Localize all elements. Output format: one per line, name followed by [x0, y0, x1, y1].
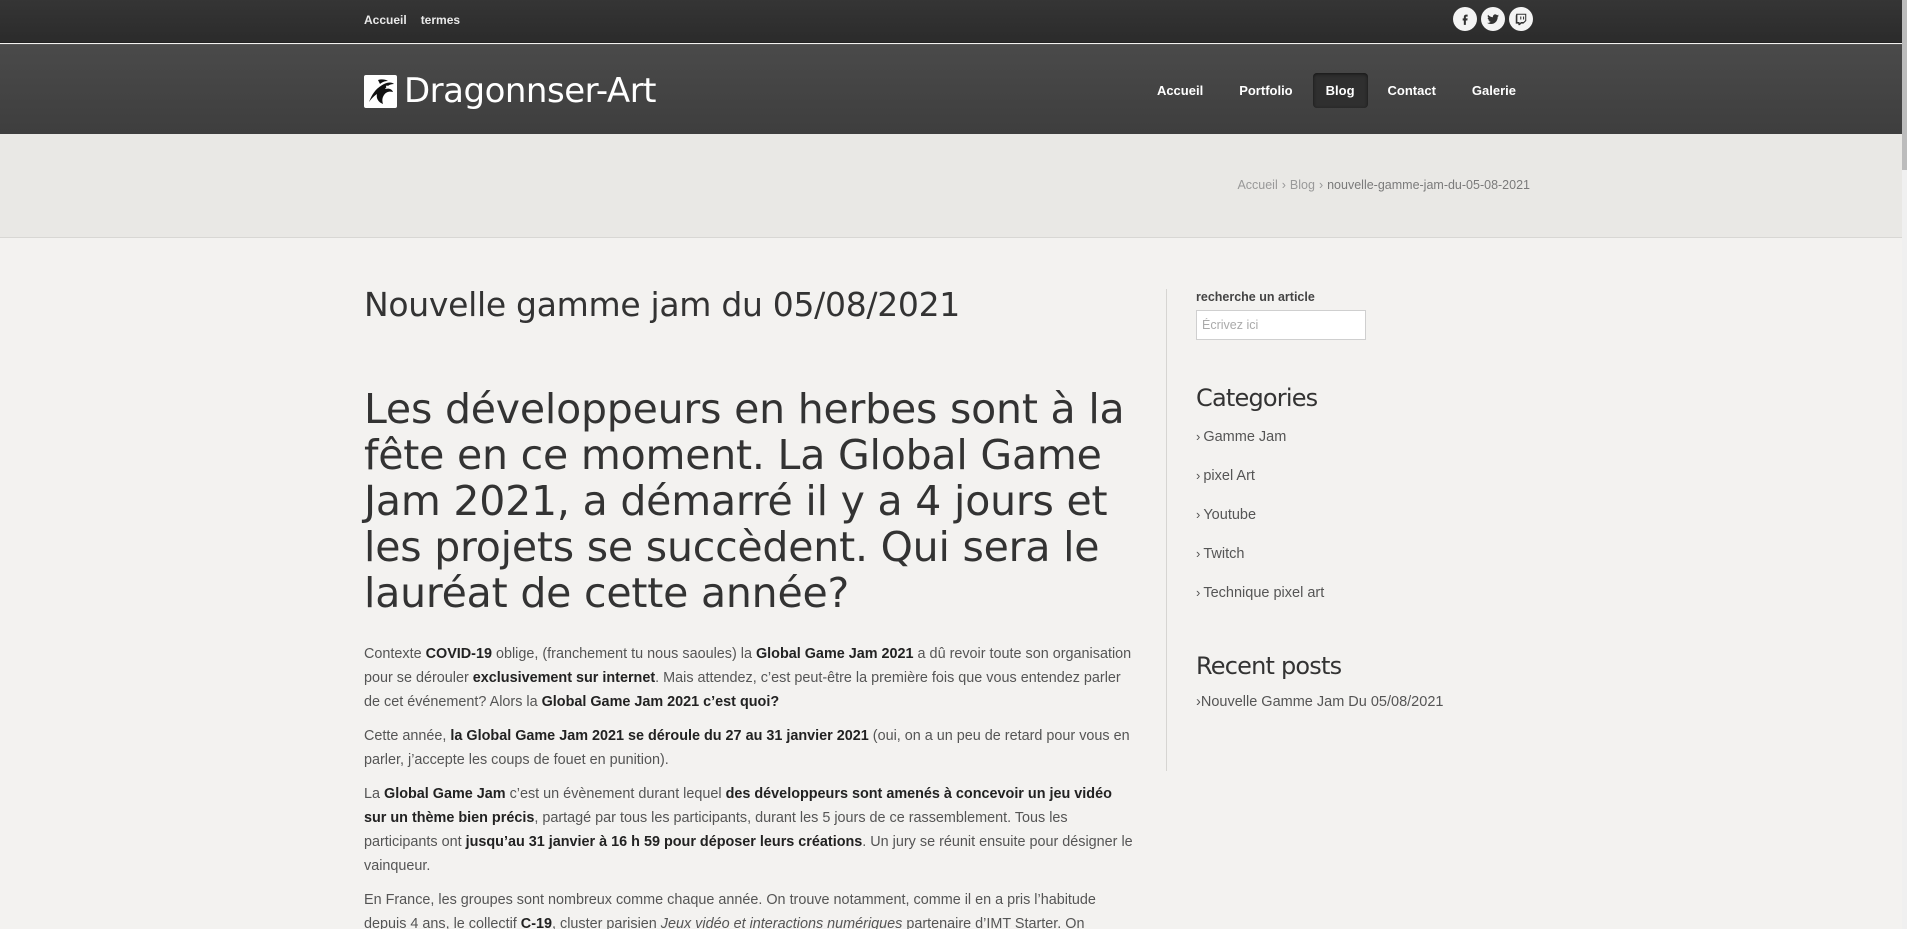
article-lead-heading: Les développeurs en herbes sont à la fêt…	[364, 385, 1125, 617]
article-paragraph: Cette année, la Global Game Jam 2021 se …	[364, 724, 1134, 772]
nav-portfolio[interactable]: Portfolio	[1223, 73, 1308, 108]
breadcrumb-current: nouvelle-gamme-jam-du-05-08-2021	[1327, 178, 1530, 192]
article-paragraph: La Global Game Jam c’est un évènement du…	[364, 782, 1134, 878]
breadcrumb-blog[interactable]: Blog	[1290, 178, 1315, 192]
page-header-band: Accueil › Blog › nouvelle-gamme-jam-du-0…	[0, 134, 1902, 238]
top-link-accueil[interactable]: Accueil	[364, 13, 407, 27]
site-name: Dragonnser-Art	[404, 71, 657, 111]
bold-text: exclusivement sur internet	[472, 670, 656, 686]
category-label: Gamme Jam	[1203, 429, 1287, 445]
scrollbar-thumb[interactable]	[1902, 0, 1907, 170]
category-label: Technique pixel art	[1203, 585, 1325, 601]
top-link-termes[interactable]: termes	[421, 13, 460, 27]
bold-text: la Global Game Jam 2021 se déroule du 27…	[450, 728, 869, 744]
article: Nouvelle gamme jam du 05/08/2021 Les dév…	[364, 285, 1134, 929]
social-links	[1453, 7, 1533, 31]
breadcrumb: Accueil › Blog › nouvelle-gamme-jam-du-0…	[1237, 178, 1530, 192]
site-logo[interactable]: Dragonnser-Art	[364, 71, 657, 111]
text-run: Cette année,	[364, 728, 451, 744]
breadcrumb-chevron-icon: ›	[1318, 178, 1324, 192]
breadcrumb-chevron-icon: ›	[1281, 178, 1286, 192]
bold-text: jusqu’au 31 janvier à 16 h 59 pour dépos…	[465, 834, 863, 850]
article-paragraph: Contexte COVID-19 oblige, (franchement t…	[364, 642, 1134, 714]
bold-text: Global Game Jam	[384, 786, 506, 802]
text-run: Contexte	[364, 646, 426, 662]
site-header: Dragonnser-Art Accueil Portfolio Blog Co…	[0, 44, 1902, 134]
category-label: Youtube	[1203, 507, 1257, 523]
main-nav: Accueil Portfolio Blog Contact Galerie	[1141, 73, 1532, 108]
category-label: Twitch	[1203, 546, 1245, 562]
bold-text: C-19	[520, 916, 552, 929]
top-utility-bar: Accueil termes	[0, 0, 1902, 43]
category-item[interactable]: › Youtube	[1196, 504, 1476, 543]
category-item[interactable]: › Twitch	[1196, 543, 1476, 582]
italic-text: Jeux vidéo et interactions numériques	[660, 916, 903, 929]
bold-text: Global Game Jam 2021	[755, 646, 914, 662]
recent-posts-heading: Recent posts	[1196, 652, 1342, 680]
text-run: c’est un évènement durant lequel	[505, 786, 726, 802]
categories-heading: Categories	[1196, 384, 1318, 412]
text-run: oblige, (franchement tu nous saoules) la	[491, 646, 756, 662]
twitter-icon[interactable]	[1481, 7, 1505, 31]
facebook-icon[interactable]	[1453, 7, 1477, 31]
recent-post-label: Nouvelle Gamme Jam Du 05/08/2021	[1200, 694, 1444, 710]
bold-text: Global Game Jam 2021 c’est quoi?	[541, 694, 780, 710]
breadcrumb-accueil[interactable]: Accueil	[1237, 178, 1277, 192]
bold-text: COVID-19	[425, 646, 492, 662]
chevron-right-icon: ›	[1196, 546, 1201, 561]
chevron-right-icon: ›	[1196, 585, 1201, 600]
search-input[interactable]	[1196, 310, 1366, 340]
sidebar-divider	[1166, 289, 1167, 771]
recent-post-item[interactable]: ›Nouvelle Gamme Jam Du 05/08/2021	[1196, 694, 1476, 710]
article-paragraph: En France, les groupes sont nombreux com…	[364, 888, 1134, 929]
top-links: Accueil termes	[364, 13, 460, 27]
chevron-right-icon: ›	[1196, 468, 1201, 483]
nav-contact[interactable]: Contact	[1372, 73, 1452, 108]
dragon-logo-icon	[364, 74, 397, 108]
text-run: La	[364, 786, 385, 802]
sidebar: recherche un article Categories ›Gamme J…	[1196, 290, 1476, 710]
page-scrollbar[interactable]	[1902, 0, 1907, 929]
category-label: pixel Art	[1203, 468, 1255, 484]
chevron-right-icon: ›	[1196, 429, 1201, 444]
post-title: Nouvelle gamme jam du 05/08/2021	[364, 285, 960, 324]
category-item[interactable]: › Technique pixel art	[1196, 582, 1476, 621]
nav-accueil[interactable]: Accueil	[1141, 73, 1219, 108]
text-run: partenaire d’IMT Starter. On	[902, 916, 1085, 929]
search-label: recherche un article	[1196, 290, 1315, 304]
chevron-right-icon: ›	[1196, 507, 1201, 522]
nav-galerie[interactable]: Galerie	[1456, 73, 1532, 108]
recent-posts-list: ›Nouvelle Gamme Jam Du 05/08/2021	[1196, 694, 1476, 710]
category-item[interactable]: › pixel Art	[1196, 465, 1476, 504]
twitch-icon[interactable]	[1509, 7, 1533, 31]
text-run: , cluster parisien	[552, 916, 661, 929]
article-body: Contexte COVID-19 oblige, (franchement t…	[364, 642, 1134, 929]
category-item[interactable]: › Gamme Jam	[1196, 426, 1476, 465]
categories-list: › Gamme Jam › pixel Art › Youtube › Twitch ›…	[1196, 426, 1476, 621]
nav-blog[interactable]: Blog	[1312, 73, 1368, 108]
